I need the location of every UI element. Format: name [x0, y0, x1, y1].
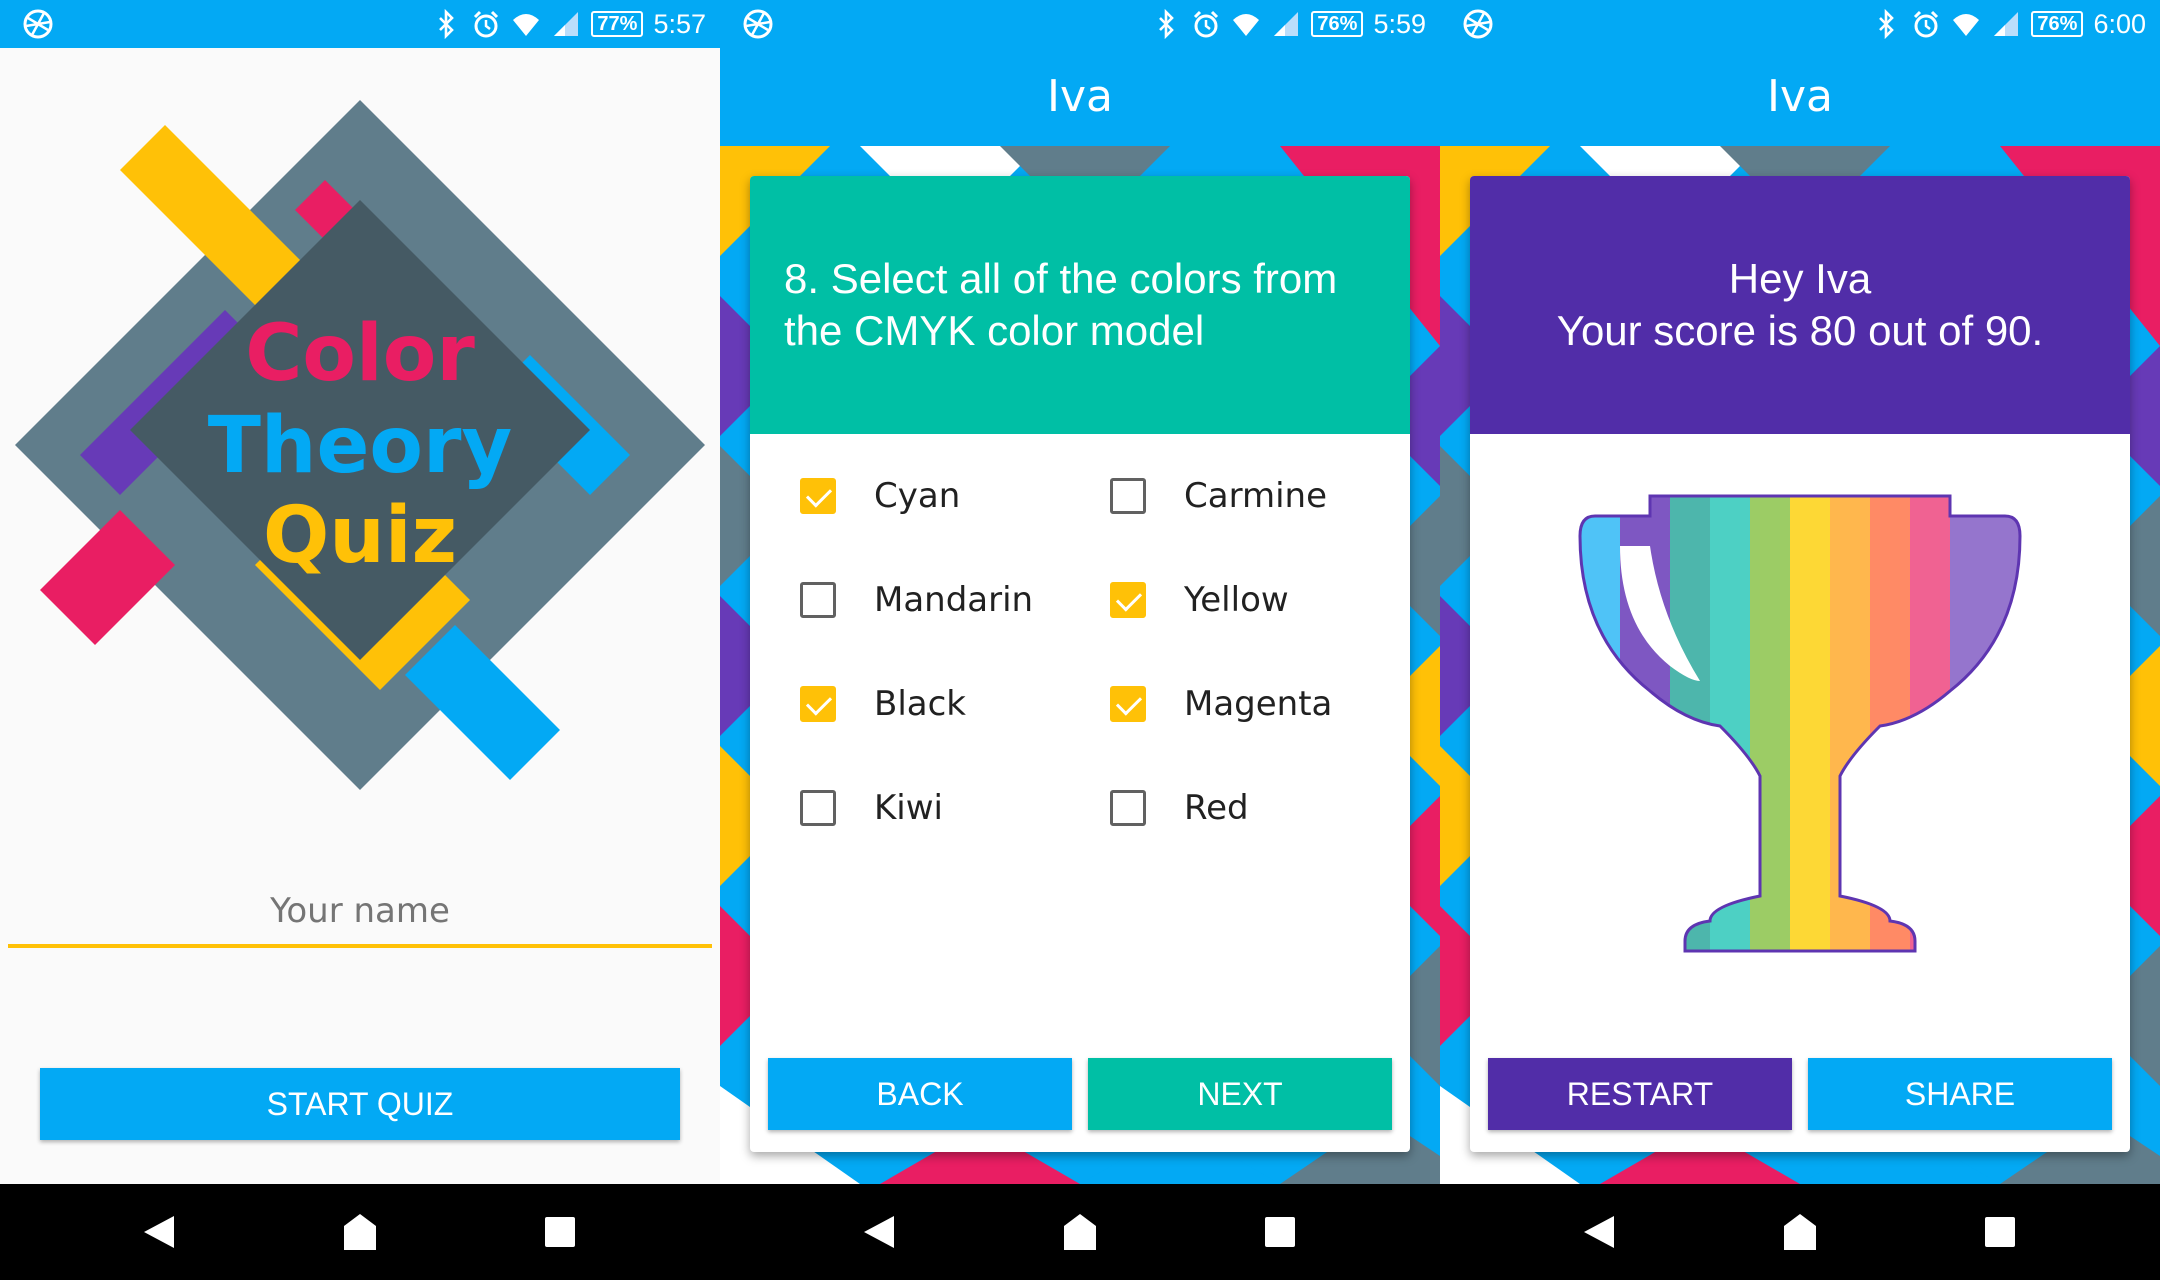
alarm-icon — [1913, 10, 1939, 38]
option-label: Carmine — [1184, 476, 1327, 516]
screen-question: 76% 5:59 Iva 8. Select all of the colors… — [720, 0, 1440, 1280]
recents-icon[interactable] — [1260, 1212, 1300, 1252]
app-icon — [1463, 9, 1493, 39]
screen-start: 77% 5:57 Color Theory Quiz START QUIZ — [0, 0, 720, 1280]
back-icon[interactable] — [860, 1212, 900, 1252]
check-icon[interactable] — [1110, 478, 1146, 514]
score-text: Your score is 80 out of 90. — [1556, 307, 2044, 354]
option-label: Black — [874, 684, 966, 724]
option-label: Magenta — [1184, 684, 1333, 724]
home-icon[interactable] — [1780, 1212, 1820, 1252]
trophy-icon — [1578, 494, 2022, 953]
option-label: Kiwi — [874, 788, 943, 828]
check-icon[interactable] — [800, 790, 836, 826]
question-card: 8. Select all of the colors from the CMY… — [750, 176, 1410, 1152]
check-icon[interactable] — [1110, 582, 1146, 618]
logo-word-theory: Theory — [208, 401, 513, 491]
check-icon[interactable] — [800, 478, 836, 514]
status-bar: 76% 5:59 — [720, 0, 1440, 48]
nav-bar — [0, 1184, 720, 1280]
battery-icon: 76% — [2031, 11, 2084, 37]
wifi-icon — [513, 14, 540, 36]
app-bar-title: Iva — [1440, 48, 2160, 146]
option-magenta[interactable]: Magenta — [1110, 684, 1400, 724]
app-icon — [23, 9, 53, 39]
app-bar-title: Iva — [720, 48, 1440, 146]
wifi-icon — [1953, 14, 1980, 36]
options-grid: Cyan Carmine Mandarin Yellow Black Magen… — [800, 476, 1400, 828]
home-icon[interactable] — [340, 1212, 380, 1252]
signal-icon — [1274, 12, 1299, 36]
clock: 5:57 — [653, 8, 706, 39]
option-label: Mandarin — [874, 580, 1034, 620]
bluetooth-icon — [439, 10, 454, 38]
battery-icon: 77% — [591, 11, 644, 37]
logo-word-quiz: Quiz — [263, 491, 457, 581]
battery-icon: 76% — [1311, 11, 1364, 37]
bluetooth-icon — [1879, 10, 1894, 38]
logo-word-color: Color — [245, 309, 475, 399]
start-quiz-button[interactable]: START QUIZ — [40, 1068, 680, 1140]
screen-result: 76% 6:00 Iva Hey Iva Your score is 80 ou… — [1440, 0, 2160, 1280]
name-input[interactable] — [8, 878, 712, 948]
next-button[interactable]: NEXT — [1088, 1058, 1392, 1130]
check-icon[interactable] — [1110, 790, 1146, 826]
status-bar: 76% 6:00 — [1440, 0, 2160, 48]
result-header: Hey Iva Your score is 80 out of 90. — [1470, 176, 2130, 434]
option-red[interactable]: Red — [1110, 788, 1400, 828]
alarm-icon — [473, 10, 499, 38]
option-black[interactable]: Black — [800, 684, 1110, 724]
nav-bar — [1440, 1184, 2160, 1280]
wifi-icon — [1233, 14, 1260, 36]
option-cyan[interactable]: Cyan — [800, 476, 1110, 516]
bluetooth-icon — [1159, 10, 1174, 38]
recents-icon[interactable] — [540, 1212, 580, 1252]
greeting-text: Hey Iva — [1728, 255, 1872, 302]
option-label: Cyan — [874, 476, 961, 516]
app-icon — [743, 9, 773, 39]
question-text: 8. Select all of the colors from the CMY… — [750, 176, 1410, 434]
option-label: Yellow — [1184, 580, 1289, 620]
home-icon[interactable] — [1060, 1212, 1100, 1252]
option-yellow[interactable]: Yellow — [1110, 580, 1400, 620]
signal-icon — [1994, 12, 2019, 36]
nav-bar — [720, 1184, 1440, 1280]
option-mandarin[interactable]: Mandarin — [800, 580, 1110, 620]
share-button[interactable]: SHARE — [1808, 1058, 2112, 1130]
check-icon[interactable] — [1110, 686, 1146, 722]
option-kiwi[interactable]: Kiwi — [800, 788, 1110, 828]
check-icon[interactable] — [800, 686, 836, 722]
back-button[interactable]: BACK — [768, 1058, 1072, 1130]
restart-button[interactable]: RESTART — [1488, 1058, 1792, 1130]
signal-icon — [554, 12, 579, 36]
back-icon[interactable] — [140, 1212, 180, 1252]
check-icon[interactable] — [800, 582, 836, 618]
option-carmine[interactable]: Carmine — [1110, 476, 1400, 516]
recents-icon[interactable] — [1980, 1212, 2020, 1252]
status-bar: 77% 5:57 — [0, 0, 720, 48]
quiz-logo: Color Theory Quiz — [15, 100, 705, 790]
back-icon[interactable] — [1580, 1212, 1620, 1252]
result-card: Hey Iva Your score is 80 out of 90. REST… — [1470, 176, 2130, 1152]
clock: 5:59 — [1373, 8, 1426, 39]
alarm-icon — [1193, 10, 1219, 38]
option-label: Red — [1184, 788, 1249, 828]
clock: 6:00 — [2093, 8, 2146, 39]
